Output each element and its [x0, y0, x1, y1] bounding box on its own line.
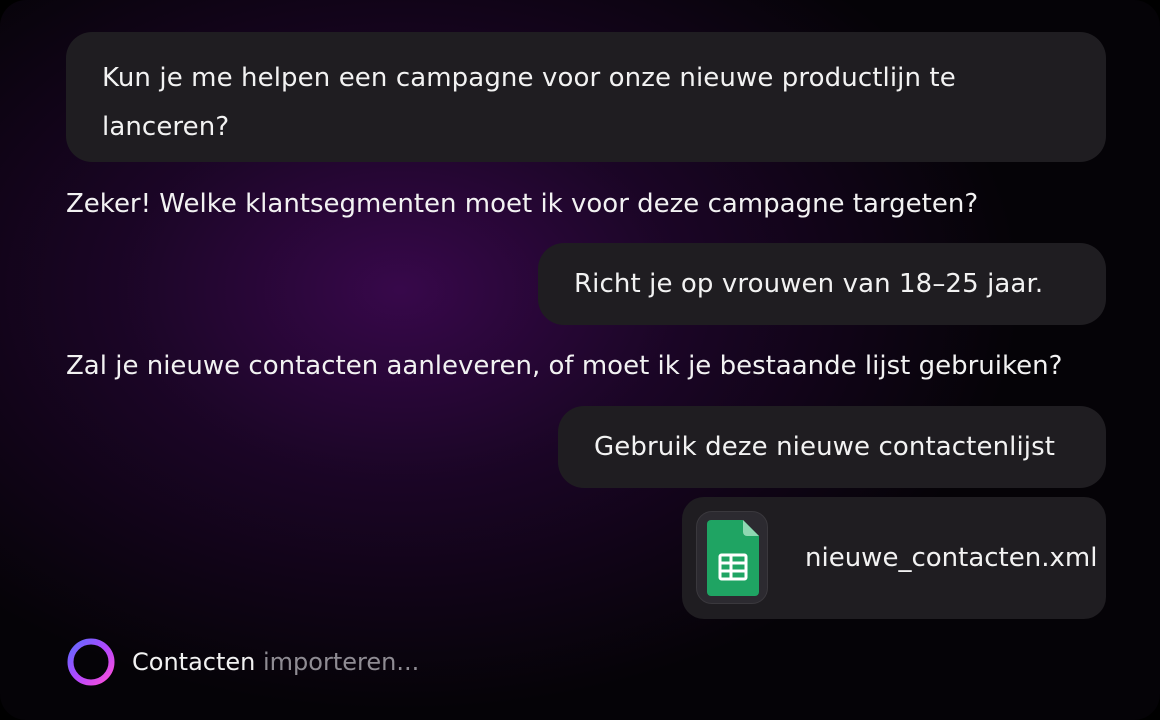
file-name: nieuwe_contacten.xml	[805, 543, 1098, 573]
message-text: Zal je nieuwe contacten aanleveren, of m…	[66, 351, 1063, 381]
assistant-message: Zal je nieuwe contacten aanleveren, of m…	[66, 346, 1062, 386]
file-attachment[interactable]: nieuwe_contacten.xml	[682, 497, 1106, 619]
status-text: Contacten importeren...	[132, 634, 419, 690]
message-text: Richt je op vrouwen van 18–25 jaar.	[574, 269, 1044, 299]
status-text-dim: importeren...	[255, 648, 420, 676]
loading-ring-icon	[67, 638, 115, 686]
status-text-strong: Contacten	[132, 648, 256, 676]
chat-window: Kun je me helpen een campagne voor onze …	[0, 0, 1160, 720]
message-text: Zeker! Welke klantsegmenten moet ik voor…	[66, 189, 979, 219]
user-message: Gebruik deze nieuwe contactenlijst	[558, 406, 1106, 488]
message-text: Gebruik deze nieuwe contactenlijst	[594, 432, 1056, 462]
file-icon-tile	[696, 511, 768, 604]
user-message: Richt je op vrouwen van 18–25 jaar.	[538, 243, 1106, 325]
spreadsheet-file-icon	[707, 520, 759, 596]
assistant-message: Zeker! Welke klantsegmenten moet ik voor…	[66, 184, 978, 224]
message-text: Kun je me helpen een campagne voor onze …	[102, 63, 956, 142]
user-message: Kun je me helpen een campagne voor onze …	[66, 32, 1106, 162]
